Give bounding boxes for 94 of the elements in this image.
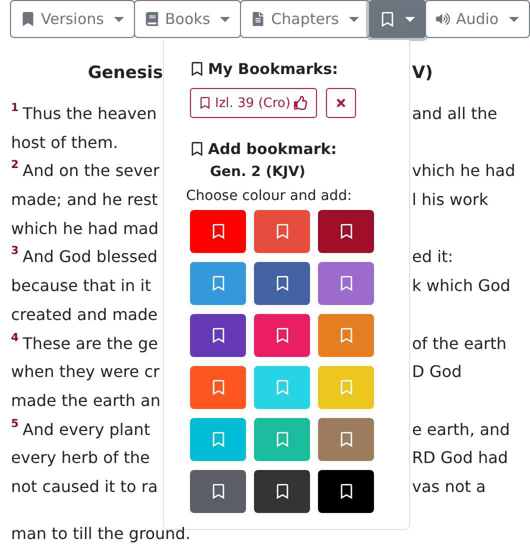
section-title: My Bookmarks: xyxy=(208,60,338,78)
verse-text: of the earth xyxy=(412,334,506,352)
bookmark-icon xyxy=(210,224,226,239)
bookmark-icon xyxy=(190,62,204,76)
bookmark-icon xyxy=(210,484,226,499)
colour-swatch-button[interactable] xyxy=(318,470,374,513)
verse-text: These are the ge xyxy=(22,334,158,352)
verse-text: host of them. xyxy=(11,132,118,152)
toolbar-button[interactable]: Audio xyxy=(424,0,530,38)
bookmark-icon xyxy=(274,380,290,395)
verse-number: 1 xyxy=(11,101,19,114)
caret-icon xyxy=(404,16,415,22)
verse-text: D God xyxy=(412,362,462,382)
bookmark-icon xyxy=(210,380,226,395)
verse-text: vas not a xyxy=(412,476,486,496)
colour-swatch-button[interactable] xyxy=(254,366,310,409)
colour-swatch-button[interactable] xyxy=(318,262,374,305)
caret-icon xyxy=(220,16,230,22)
caret-icon xyxy=(508,16,519,22)
verse-text: vhich he had xyxy=(412,161,516,180)
verse-text: when they were cr xyxy=(11,362,160,382)
verse-number: 3 xyxy=(11,244,19,258)
colour-swatch-button[interactable] xyxy=(254,314,310,357)
verse-text: created and made xyxy=(11,304,158,324)
bookmark-icon xyxy=(274,432,290,447)
verse-text: made the earth an xyxy=(11,390,160,410)
verse-text: l his work xyxy=(412,190,488,210)
verse-text: every herb of the xyxy=(11,448,150,468)
delete-button[interactable] xyxy=(326,88,356,118)
colour-swatch-button[interactable] xyxy=(254,210,310,253)
bookmark-icon xyxy=(210,328,226,343)
bookmark-icon xyxy=(210,432,226,447)
verse-text: ed it: xyxy=(412,247,454,266)
bookmark-icon xyxy=(338,432,354,447)
bookmark-icon xyxy=(274,484,290,499)
verse-text: and all the xyxy=(412,104,498,123)
verse-text: k which God xyxy=(412,276,510,296)
colour-swatch-button[interactable] xyxy=(254,418,310,461)
verse-text: man to till the ground. xyxy=(10,523,192,545)
bookmark-icon xyxy=(274,224,290,239)
colour-swatch-button[interactable] xyxy=(254,262,310,305)
toolbar-button[interactable]: Books xyxy=(134,0,242,38)
colour-swatch-button[interactable] xyxy=(318,210,374,253)
verse-text: not caused it to ra xyxy=(11,476,158,496)
bookmark-icon xyxy=(338,328,354,343)
bookmark-icon xyxy=(199,97,211,109)
bookmark-icon xyxy=(190,142,204,156)
chapter-heading: V) xyxy=(412,63,434,85)
bookmark-icon xyxy=(338,380,354,395)
instruction-text: Choose colour and add: xyxy=(186,188,353,204)
verse-text: because that in it xyxy=(11,276,151,296)
caret-icon xyxy=(348,16,359,22)
toolbar-button[interactable]: Versions xyxy=(10,0,135,38)
toolbar-button[interactable] xyxy=(368,0,426,38)
verse-number: 5 xyxy=(11,416,19,430)
colour-swatch-button[interactable] xyxy=(254,470,310,513)
speaker-icon xyxy=(436,12,450,26)
document-icon xyxy=(251,12,266,26)
bookmark-icon xyxy=(338,276,354,291)
colour-swatch-button[interactable] xyxy=(190,314,246,357)
bookmark-icon xyxy=(274,276,290,291)
verse-text: which he had mad xyxy=(11,218,158,238)
verse-number: 4 xyxy=(11,330,19,344)
bookmark-icon xyxy=(338,224,354,239)
bookmark-icon xyxy=(380,12,395,26)
caret-icon xyxy=(114,16,124,22)
verse-text: And God blessed xyxy=(22,247,158,266)
verse-text: Thus the heaven xyxy=(22,104,157,123)
bookmark-reference: Gen. 2 (KJV) xyxy=(210,164,306,180)
verse-number: 2 xyxy=(11,158,19,172)
section-title: Add bookmark: xyxy=(208,140,337,158)
thumbs-up-icon xyxy=(294,96,308,110)
colour-swatch-button[interactable] xyxy=(318,314,374,357)
colour-swatch-button[interactable] xyxy=(318,418,374,461)
colour-swatch-button[interactable] xyxy=(190,418,246,461)
bookmark-icon xyxy=(274,328,290,343)
toolbar-button[interactable]: Chapters xyxy=(240,0,370,38)
colour-swatch-button[interactable] xyxy=(190,262,246,305)
close-icon xyxy=(335,97,348,109)
colour-swatch-button[interactable] xyxy=(318,366,374,409)
verse-text: And every plant xyxy=(22,420,150,439)
bookmark-button[interactable]: Izl. 39 (Cro) xyxy=(190,88,318,118)
book-icon xyxy=(144,12,159,26)
chapter-heading: Genesis xyxy=(86,63,163,85)
verse-text: made; and he rest xyxy=(11,190,158,210)
colour-swatch-button[interactable] xyxy=(190,210,246,253)
bookmark-icon xyxy=(338,484,354,499)
colour-swatch-button[interactable] xyxy=(190,366,246,409)
verse-text: e earth, and xyxy=(412,420,510,439)
verse-text: And on the sever xyxy=(22,161,160,180)
bookmark-icon xyxy=(210,276,226,291)
verse-text: RD God had xyxy=(412,448,508,468)
bookmark-icon xyxy=(21,12,35,26)
colour-swatch-button[interactable] xyxy=(190,470,246,513)
